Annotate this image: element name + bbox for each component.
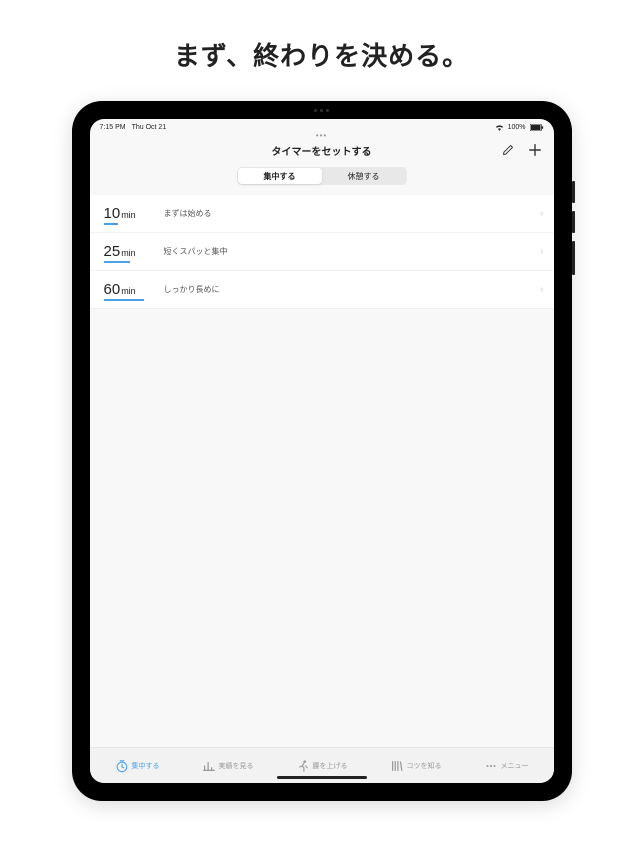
timer-underline	[104, 299, 144, 301]
tab-label: 実績を見る	[219, 761, 254, 771]
ipad-device-frame: 7:15 PM Thu Oct 21 100% ••• タイマーをセットする	[72, 101, 572, 801]
timer-row-10[interactable]: 10min まずは始める ›	[90, 195, 554, 233]
timer-unit: min	[121, 286, 136, 296]
timer-row-25[interactable]: 25min 短くスパッと集中 ›	[90, 233, 554, 271]
timer-underline	[104, 261, 130, 263]
segment-1[interactable]: 休憩する	[322, 168, 406, 184]
timer-underline	[104, 223, 118, 225]
segment-0[interactable]: 集中する	[238, 168, 322, 184]
timer-number: 25	[104, 243, 121, 260]
tab-dots[interactable]: メニュー	[484, 759, 529, 773]
more-icon[interactable]: •••	[316, 131, 327, 140]
run-icon	[296, 759, 310, 773]
timer-icon	[115, 759, 129, 773]
nav-bar: ••• タイマーをセットする	[90, 135, 554, 165]
headline: まず、終わりを決める。	[174, 36, 469, 73]
timer-time: 25min	[104, 243, 154, 260]
chevron-right-icon: ›	[540, 284, 543, 295]
timer-time: 10min	[104, 205, 154, 222]
tab-run[interactable]: 腰を上げる	[296, 759, 348, 773]
add-icon[interactable]	[528, 143, 542, 157]
timer-number: 10	[104, 205, 121, 222]
timer-unit: min	[121, 210, 136, 220]
timer-label: まずは始める	[164, 208, 212, 219]
books-icon	[390, 759, 404, 773]
timer-number: 60	[104, 281, 121, 298]
timer-time: 60min	[104, 281, 154, 298]
timer-row-60[interactable]: 60min しっかり長めに ›	[90, 271, 554, 309]
status-date: Thu Oct 21	[132, 124, 167, 131]
battery-icon	[530, 124, 544, 131]
timer-unit: min	[121, 248, 136, 258]
tab-label: メニュー	[501, 761, 529, 771]
segmented-control[interactable]: 集中する休憩する	[237, 167, 407, 185]
ipad-camera-notch	[292, 109, 352, 113]
tab-label: 腰を上げる	[313, 761, 348, 771]
nav-title: タイマーをセットする	[272, 143, 372, 158]
content-area	[90, 309, 554, 747]
chevron-right-icon: ›	[540, 246, 543, 257]
status-time: 7:15 PM	[100, 124, 126, 131]
wifi-icon	[495, 124, 504, 131]
tab-books[interactable]: コツを知る	[390, 759, 442, 773]
timer-label: しっかり長めに	[164, 284, 220, 295]
screen: 7:15 PM Thu Oct 21 100% ••• タイマーをセットする	[90, 119, 554, 783]
battery-percent: 100%	[508, 124, 526, 131]
dots-icon	[484, 759, 498, 773]
home-indicator[interactable]	[277, 776, 367, 779]
chart-icon	[202, 759, 216, 773]
chevron-right-icon: ›	[540, 208, 543, 219]
edit-icon[interactable]	[502, 144, 514, 156]
tab-chart[interactable]: 実績を見る	[202, 759, 254, 773]
timer-label: 短くスパッと集中	[164, 246, 228, 257]
tab-timer[interactable]: 集中する	[115, 759, 160, 773]
ipad-side-buttons	[572, 181, 575, 283]
timer-list: 10minまずは始める›25min短くスパッと集中›60minしっかり長めに›	[90, 195, 554, 309]
tab-label: 集中する	[132, 761, 160, 771]
tab-label: コツを知る	[407, 761, 442, 771]
